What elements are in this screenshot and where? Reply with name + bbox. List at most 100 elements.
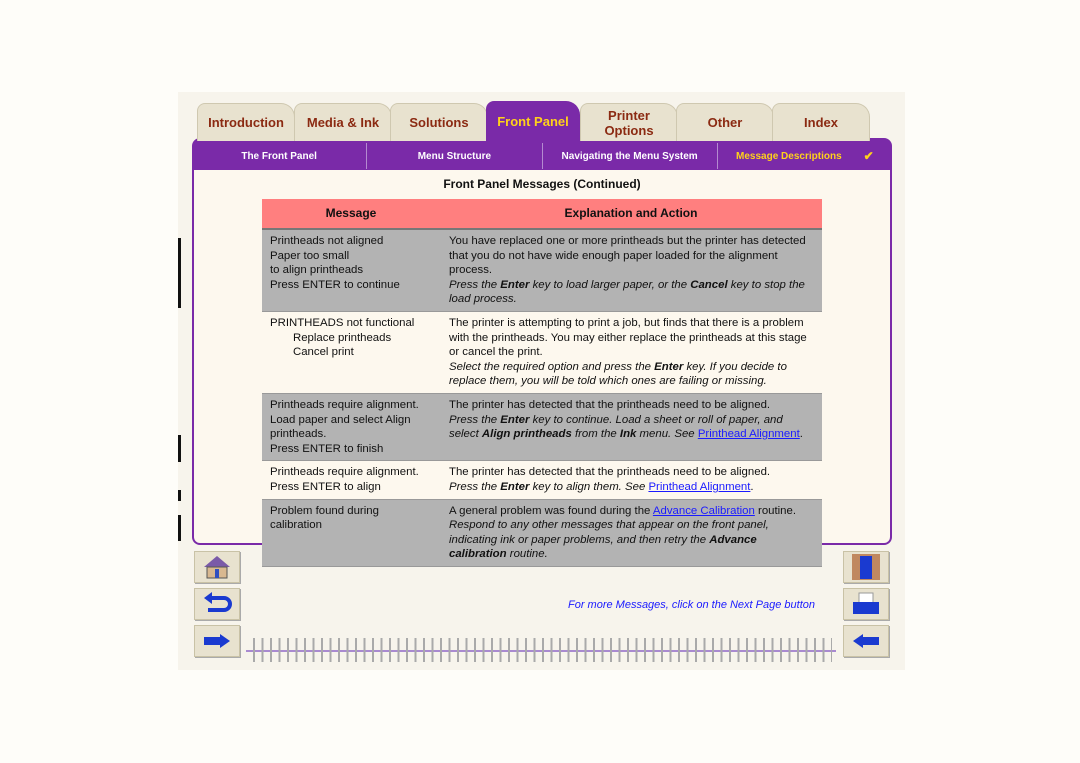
text-run: Select the required option and press the	[449, 360, 655, 373]
text-run: Enter	[500, 278, 530, 291]
text-run: key to load larger paper, or the	[529, 278, 691, 291]
header-message: Message	[325, 206, 377, 221]
tab-front-panel[interactable]: Front Panel	[486, 101, 580, 141]
tab-solutions[interactable]: Solutions	[390, 103, 488, 141]
subnav-item[interactable]: The Front Panel	[192, 143, 368, 169]
message-cell: PRINTHEADS not functional Replace printhe…	[270, 316, 449, 389]
explanation-cell: The printer has detected that the printh…	[449, 398, 814, 456]
text-run: .	[799, 428, 803, 441]
print-button[interactable]	[843, 588, 889, 620]
text-run: .	[750, 480, 754, 493]
explanation-cell: You have replaced one or more printheads…	[449, 234, 814, 307]
text-run: routine.	[754, 504, 797, 517]
explanation-paragraph: The printer has detected that the printh…	[449, 465, 814, 480]
header-explanation: Explanation and Action	[564, 206, 698, 221]
message-line: Cancel print	[293, 346, 354, 359]
explanation-paragraph: Select the required option and press the…	[449, 360, 814, 389]
message-line: Press ENTER to finish	[270, 442, 384, 455]
link[interactable]: Advance Calibration	[653, 505, 755, 517]
explanation-paragraph: Respond to any other messages that appea…	[449, 518, 814, 562]
message-line: Printheads not aligned	[270, 235, 384, 247]
table-row: PRINTHEADS not functional Replace printhe…	[262, 311, 822, 394]
explanation-paragraph: Press the Enter key to load larger paper…	[449, 278, 814, 307]
margin-bar	[178, 238, 181, 308]
back-icon	[204, 592, 232, 612]
contents-button[interactable]	[843, 551, 889, 583]
print-icon	[853, 592, 879, 614]
next-page-icon	[853, 634, 879, 648]
message-cell: Problem found during calibration	[270, 504, 449, 562]
text-run: Ink	[619, 428, 637, 441]
explanation-cell: The printer has detected that the printh…	[449, 465, 814, 494]
tab-other[interactable]: Other	[676, 103, 774, 141]
message-line: calibration	[270, 519, 322, 532]
message-line: Problem found during	[270, 504, 379, 517]
subnav-item[interactable]: Message Descriptions ✔	[718, 143, 892, 169]
tab-media-ink[interactable]: Media & Ink	[294, 103, 392, 141]
message-line: Printheads require alignment.	[270, 398, 419, 411]
table-row: Printheads require alignment. Load paper …	[262, 393, 822, 462]
subnav-label: The Front Panel	[241, 150, 317, 162]
subnav-item[interactable]: Navigating the Menu System	[543, 143, 718, 169]
text-run: You have replaced one or more printheads…	[449, 235, 806, 277]
subnav-item[interactable]: Menu Structure	[367, 143, 543, 169]
home-button[interactable]	[194, 551, 240, 583]
text-run: from the	[571, 428, 620, 441]
text-run: menu. See	[636, 428, 698, 441]
link[interactable]: Printhead Alignment	[698, 428, 800, 440]
explanation-paragraph: Press the Enter key to align them. See P…	[449, 480, 814, 495]
explanation-paragraph: The printer is attempting to print a job…	[449, 316, 814, 360]
subnav-label: Message Descriptions	[736, 150, 842, 162]
margin-bar	[178, 490, 181, 501]
text-run: Press the	[449, 480, 501, 493]
margin-bar	[178, 435, 181, 462]
contents-icon	[852, 554, 880, 580]
explanation-paragraph: A general problem was found during the A…	[449, 504, 814, 519]
spiral-binding	[250, 638, 832, 662]
explanation-paragraph: You have replaced one or more printheads…	[449, 234, 814, 278]
explanation-paragraph: Press the Enter key to continue. Load a …	[449, 413, 814, 442]
message-cell: Printheads require alignment. Load paper …	[270, 398, 449, 456]
text-run: The printer is attempting to print a job…	[449, 316, 807, 359]
next-page-button[interactable]	[843, 625, 889, 657]
text-run: The printer has detected that the printh…	[449, 398, 771, 411]
tab-index[interactable]: Index	[772, 103, 870, 141]
message-line: to align printheads	[270, 264, 364, 277]
text-run: Cancel	[690, 278, 728, 291]
table-row: Printheads not aligned Paper too small to …	[262, 230, 822, 312]
margin-bar	[178, 515, 181, 541]
text-run: routine.	[506, 548, 548, 561]
messages-table: Message Explanation and Action Printhead…	[262, 199, 822, 567]
explanation-cell: The printer is attempting to print a job…	[449, 316, 814, 389]
text-run: Press the	[449, 278, 501, 291]
back-button[interactable]	[194, 588, 240, 620]
table-header: Message Explanation and Action	[262, 199, 822, 230]
text-run: Enter	[500, 480, 530, 493]
message-cell: Printheads not aligned Paper too small to …	[270, 234, 449, 307]
explanation-paragraph: The printer has detected that the printh…	[449, 398, 814, 413]
explanation-cell: A general problem was found during the A…	[449, 504, 814, 562]
text-run: The printer has detected that the printh…	[449, 466, 771, 479]
check-icon: ✔	[863, 149, 874, 163]
previous-page-icon	[204, 634, 230, 648]
page-title: Front Panel Messages (Continued)	[443, 177, 641, 191]
previous-page-button[interactable]	[194, 625, 240, 657]
message-line: Replace printheads	[293, 331, 392, 344]
table-row: Printheads require alignment. Press ENTER…	[262, 461, 822, 500]
text-run: Align printheads	[481, 428, 572, 441]
next-page-hint: For more Messages, click on the Next Pag…	[567, 599, 815, 611]
message-line: Press ENTER to align	[270, 480, 381, 493]
subnav-label: Menu Structure	[417, 150, 492, 162]
message-line: Press ENTER to continue	[270, 278, 400, 291]
link[interactable]: Printhead Alignment	[648, 481, 750, 493]
sub-navigation: The Front Panel Menu Structure Navigating …	[192, 143, 892, 169]
message-line: PRINTHEADS not functional	[270, 316, 415, 329]
subnav-label: Navigating the Menu System	[561, 150, 698, 162]
text-run: Press the	[449, 413, 501, 426]
message-cell: Printheads require alignment. Press ENTER…	[270, 465, 449, 494]
tab-printer-options[interactable]: Printer Options	[580, 103, 678, 141]
home-icon	[204, 556, 230, 579]
tab-introduction[interactable]: Introduction	[197, 103, 295, 141]
text-run: A general problem was found during the	[449, 504, 653, 517]
message-line: Load paper and select Align printheads.	[270, 413, 411, 441]
